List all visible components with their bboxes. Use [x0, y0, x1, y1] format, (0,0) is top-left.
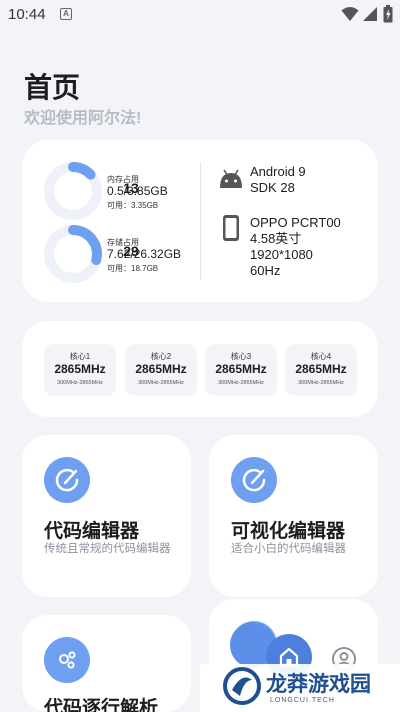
cpu-core-4: 核心4 2865MHz 300MHz-2865MHz: [285, 344, 357, 396]
feature-description: 传统且常规的代码编辑器: [44, 543, 171, 555]
cpu-core-2: 核心2 2865MHz 300MHz-2865MHz: [125, 344, 197, 396]
core-name: 核心3: [230, 352, 252, 361]
core-frequency: 2865MHz: [135, 362, 187, 376]
memory-available: 可用：3.35GB: [107, 201, 159, 210]
core-range: 300MHz-2865MHz: [138, 380, 184, 386]
feature-title: 代码逐行解析: [44, 698, 159, 712]
core-range: 300MHz-2865MHz: [57, 380, 103, 386]
watermark: 龙莽游戏园 LONGCUI.TECH: [200, 664, 400, 712]
phone-icon: [223, 215, 239, 241]
bubbles-icon: [44, 637, 90, 683]
memory-value: 0.5/3.85GB: [107, 184, 168, 198]
core-frequency: 2865MHz: [295, 362, 347, 376]
visual-editor-card[interactable]: 可视化编辑器 适合小白的代码编辑器: [209, 435, 378, 597]
notification-icon: A: [60, 8, 72, 20]
device-info: OPPO PCRT00 4.58英寸 1920*1080 60Hz: [250, 215, 341, 279]
core-range: 300MHz-2865MHz: [218, 380, 264, 386]
code-parse-card[interactable]: 代码逐行解析: [22, 615, 191, 712]
page-title: 首页: [24, 72, 81, 103]
watermark-sub: LONGCUI.TECH: [270, 697, 335, 704]
storage-available: 可用：18.7GB: [107, 264, 159, 273]
android-version: Android 9: [250, 164, 306, 179]
info-divider: [200, 162, 201, 280]
device-model: OPPO PCRT00: [250, 215, 341, 230]
battery-icon: [383, 5, 393, 23]
feature-description: 适合小白的代码编辑器: [231, 543, 346, 555]
storage-usage-ring: 29: [44, 225, 139, 283]
core-range: 300MHz-2865MHz: [298, 380, 344, 386]
system-info: Android 9 SDK 28: [250, 164, 306, 196]
feature-title: 可视化编辑器: [231, 521, 346, 542]
status-bar: 10:44 A: [0, 0, 400, 30]
core-name: 核心2: [150, 352, 172, 361]
core-frequency: 2865MHz: [215, 362, 267, 376]
page-subtitle: 欢迎使用阿尔法!: [24, 110, 142, 127]
refresh-rate: 60Hz: [250, 263, 281, 278]
edit-icon: [44, 457, 90, 503]
cpu-core-1: 核心1 2865MHz 300MHz-2865MHz: [44, 344, 116, 396]
wifi-icon: [341, 7, 359, 21]
cpu-core-3: 核心3 2865MHz 300MHz-2865MHz: [205, 344, 277, 396]
storage-ring-graphic: [44, 225, 102, 283]
core-frequency: 2865MHz: [54, 362, 106, 376]
feature-title: 代码编辑器: [44, 521, 140, 542]
sdk-version: SDK 28: [250, 180, 295, 195]
screen-size: 4.58英寸: [250, 231, 302, 246]
edit-icon: [231, 457, 277, 503]
watermark-brand: 龙莽游戏园: [266, 673, 371, 696]
storage-value: 7.62/26.32GB: [107, 247, 182, 261]
memory-usage-ring: 13: [44, 162, 139, 220]
signal-icon: [363, 7, 377, 21]
android-icon: [220, 169, 242, 188]
core-name: 核心1: [69, 352, 91, 361]
screen-resolution: 1920*1080: [250, 247, 313, 262]
status-time: 10:44: [8, 6, 46, 23]
watermark-logo: [223, 667, 261, 705]
code-editor-card[interactable]: 代码编辑器 传统且常规的代码编辑器: [22, 435, 191, 597]
core-name: 核心4: [310, 352, 332, 361]
memory-ring-graphic: [44, 162, 102, 220]
